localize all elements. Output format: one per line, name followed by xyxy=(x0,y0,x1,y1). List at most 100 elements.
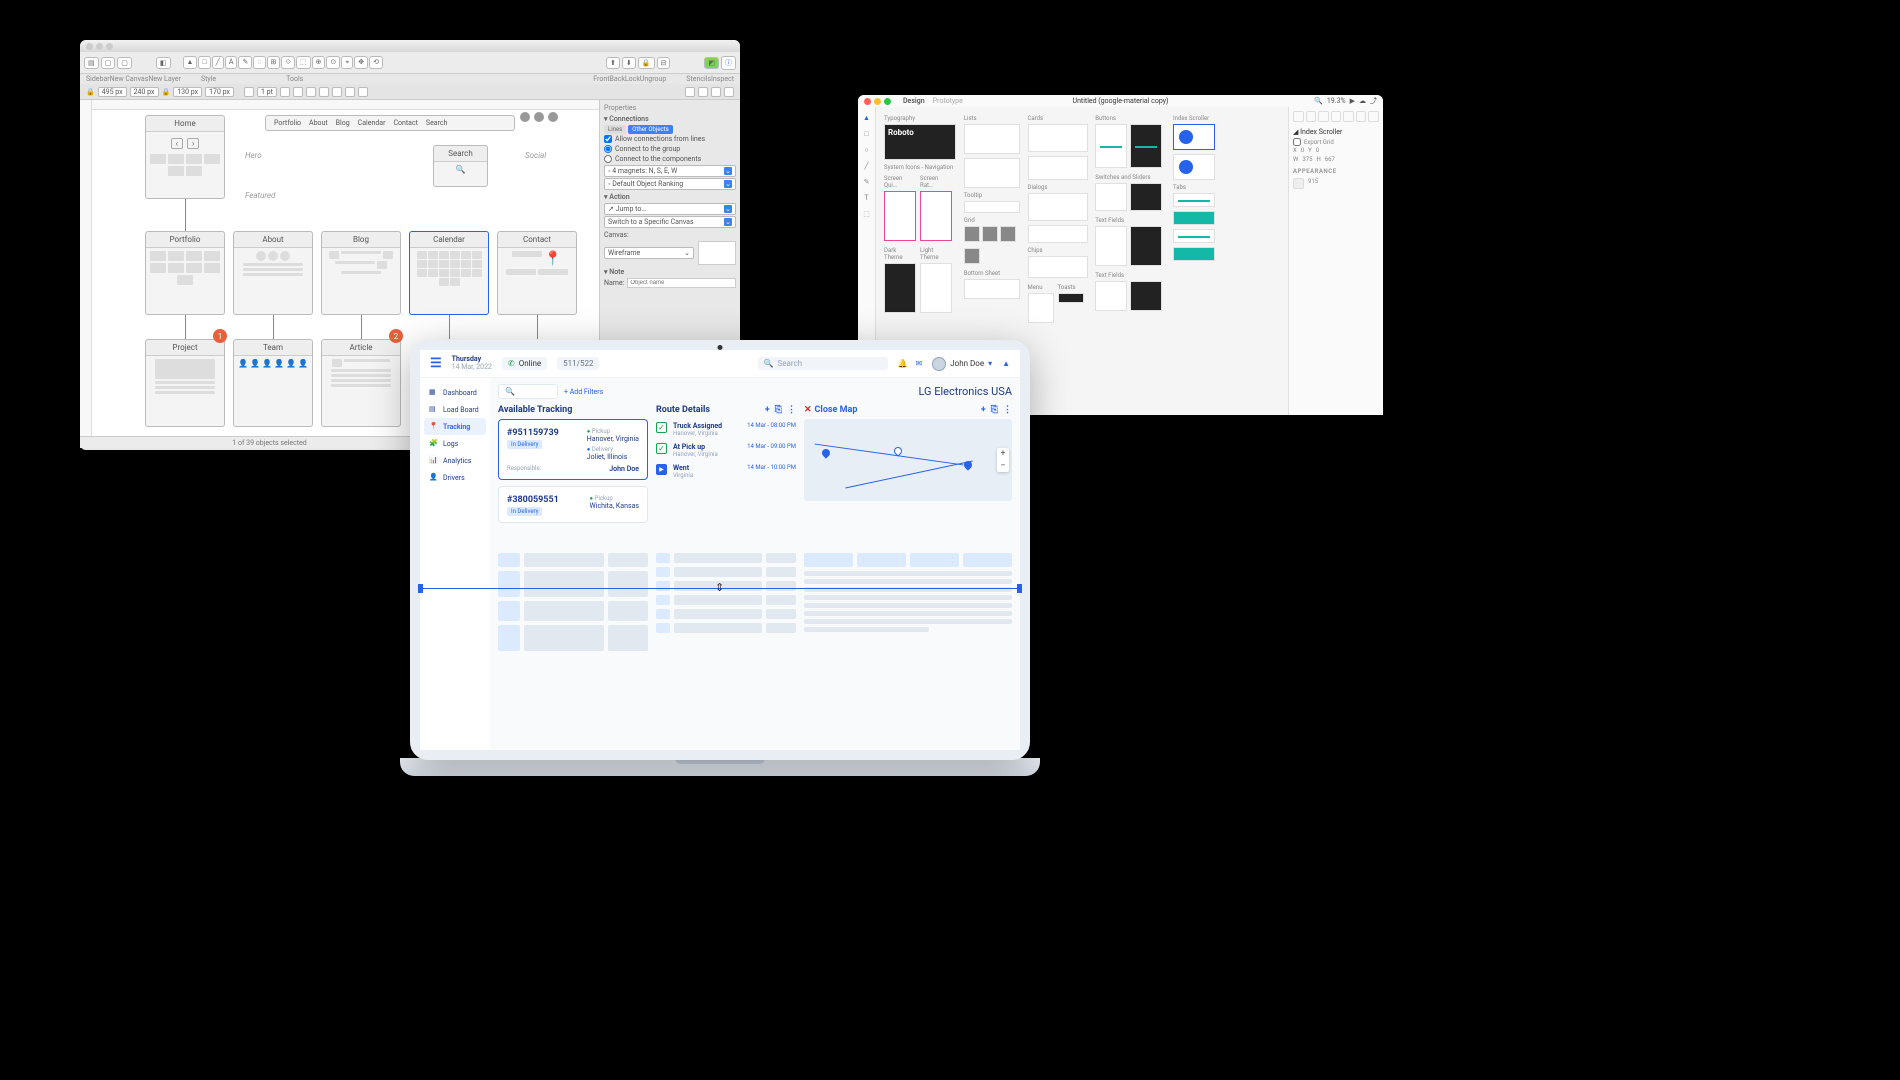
copy-icon[interactable]: ⎘ xyxy=(991,405,998,415)
add-icon[interactable]: + xyxy=(981,405,986,415)
sidebar-item-dashboard[interactable]: ▦Dashboard xyxy=(424,384,486,401)
switch-select[interactable]: Switch to a Specific Canvas⌄ xyxy=(604,216,736,228)
t1[interactable] xyxy=(244,87,254,97)
tracking-card-2[interactable]: #380059551 In Delivery ● Pickup Wichita,… xyxy=(498,486,648,523)
index-card-2[interactable] xyxy=(1173,154,1215,180)
close-map-button[interactable]: ✕ Close Map xyxy=(804,405,857,415)
dialogs-card-2[interactable] xyxy=(1028,225,1088,243)
artboard-tool[interactable]: ⬚ xyxy=(862,209,872,219)
jump-select[interactable]: ↗ Jump to…⌄ xyxy=(604,203,736,215)
align-top[interactable] xyxy=(1331,111,1342,122)
traffic-lights[interactable] xyxy=(86,43,113,50)
wf-calendar[interactable]: Calendar xyxy=(409,231,489,315)
traffic-lights[interactable] xyxy=(864,98,891,105)
rank-select[interactable]: ◦ Default Object Ranking⌄ xyxy=(604,178,736,190)
tool-12[interactable]: ✥ xyxy=(354,56,368,69)
logo-icon[interactable]: ☰ xyxy=(430,356,442,371)
warning-icon[interactable]: ▲ xyxy=(1002,359,1010,368)
typography-card[interactable]: Roboto xyxy=(884,124,956,160)
wf-team[interactable]: Team 👤👤👤👤👤👤 xyxy=(233,339,313,427)
align-center[interactable] xyxy=(1306,111,1317,122)
design-tab[interactable]: Design xyxy=(903,97,925,105)
wf-about[interactable]: About xyxy=(233,231,313,315)
lock-icon-2[interactable]: 🔒 xyxy=(162,88,171,96)
wf-nav[interactable]: Portfolio About Blog Calendar Contact Se… xyxy=(265,115,515,131)
route-step-2[interactable]: At Pick upHanover, Virginia 14 Mar - 09:… xyxy=(656,440,796,461)
online-pill[interactable]: ✆ Online xyxy=(502,357,547,370)
selected-layer[interactable]: ◢ Index Scroller xyxy=(1293,126,1379,138)
pen-tool[interactable]: ✎ xyxy=(862,177,872,187)
sidebar-item-loadboard[interactable]: ▤Load Board xyxy=(424,401,486,418)
search-icon[interactable]: 🔍 xyxy=(1314,97,1323,105)
tabs-card-2[interactable] xyxy=(1173,211,1215,225)
light-card[interactable] xyxy=(920,263,952,313)
tabs-card-4[interactable] xyxy=(1173,247,1215,261)
magnets-select[interactable]: ◦ 4 magnets: N, S, E, W⌄ xyxy=(604,165,736,177)
play-icon[interactable]: ▶ xyxy=(1350,97,1355,105)
ellipse-tool[interactable]: ○ xyxy=(862,145,872,155)
t8[interactable] xyxy=(358,87,368,97)
action-section[interactable]: ▾ Action xyxy=(604,193,736,201)
tool-5[interactable]: ◌ xyxy=(253,56,265,69)
zoom-value[interactable]: 19.3% xyxy=(1327,97,1346,105)
panel-1[interactable] xyxy=(685,87,695,97)
t7[interactable] xyxy=(345,87,355,97)
tool-6[interactable]: ⊞ xyxy=(267,56,281,69)
toasts-card[interactable] xyxy=(1058,293,1084,303)
frame-tool[interactable]: □ xyxy=(862,129,872,139)
more-icon[interactable]: ⋮ xyxy=(1003,405,1012,415)
chips-card[interactable] xyxy=(1028,256,1088,278)
lists-card-2[interactable] xyxy=(964,158,1020,188)
sidebar-item-analytics[interactable]: 📊Analytics xyxy=(424,452,486,469)
tool-11[interactable]: ⌖ xyxy=(341,56,353,69)
text-tool[interactable]: A xyxy=(225,56,238,69)
back-button[interactable]: ⬇ xyxy=(622,57,636,69)
zoom-in-button[interactable]: + xyxy=(997,448,1009,460)
lock-icon[interactable]: 🔒 xyxy=(86,88,95,96)
new-layer-button[interactable]: ▢ xyxy=(117,57,132,69)
sidebar-toggle[interactable]: ▤ xyxy=(84,57,99,69)
lines-tab[interactable]: Lines xyxy=(604,125,626,134)
note-section[interactable]: ▾ Note xyxy=(604,268,736,276)
line-tool[interactable]: ╱ xyxy=(212,56,224,69)
t6[interactable] xyxy=(332,87,342,97)
panel-2[interactable] xyxy=(698,87,708,97)
h-field[interactable]: 170 px xyxy=(205,87,234,97)
new-canvas-button[interactable]: ▢ xyxy=(101,57,116,69)
user-menu[interactable]: John Doe ▾ xyxy=(932,357,992,371)
lock-button[interactable]: 🔒 xyxy=(638,57,655,69)
w-field[interactable]: 130 px xyxy=(173,87,202,97)
titlebar[interactable]: Design Prototype Untitled (google-materi… xyxy=(858,95,1383,107)
menu-card[interactable] xyxy=(1028,293,1054,323)
wf-article[interactable]: Article xyxy=(321,339,401,427)
line-tool[interactable]: ╱ xyxy=(862,161,872,171)
align-bottom[interactable] xyxy=(1356,111,1367,122)
align-right[interactable] xyxy=(1318,111,1329,122)
lists-card-1[interactable] xyxy=(964,124,1020,154)
cards-card-2[interactable] xyxy=(1028,156,1088,180)
align-mid[interactable] xyxy=(1343,111,1354,122)
route-step-3[interactable]: WentVirginia 14 Mar - 10:00 PM xyxy=(656,461,796,482)
carousel-prev-icon[interactable]: ‹ xyxy=(171,138,183,149)
connections-section[interactable]: ▾ Connections xyxy=(604,115,736,123)
align-left[interactable] xyxy=(1293,111,1304,122)
shape-tool[interactable]: □ xyxy=(198,56,210,69)
resize-handle-icon[interactable]: ⇕ xyxy=(715,581,724,594)
pen-tool[interactable]: ✎ xyxy=(238,56,252,69)
tool-9[interactable]: ⊕ xyxy=(312,56,326,69)
count-pill[interactable]: 511/522 xyxy=(557,357,599,370)
copy-icon[interactable]: ⎘ xyxy=(775,405,782,415)
h-input[interactable]: 667 xyxy=(1325,156,1335,163)
tooltip-card[interactable] xyxy=(964,201,1020,213)
y-input[interactable]: 0 xyxy=(1316,147,1319,154)
fill-swatch[interactable] xyxy=(1293,178,1304,189)
x-field[interactable]: 495 px xyxy=(98,87,127,97)
share-icon[interactable]: ⤴ xyxy=(1370,96,1377,106)
other-tab[interactable]: Other Objects xyxy=(628,125,672,134)
prototype-tab[interactable]: Prototype xyxy=(933,97,963,105)
w-input[interactable]: 375 xyxy=(1302,156,1312,163)
search-input[interactable]: 🔍 Search xyxy=(758,357,888,370)
mail-icon[interactable]: ✉ xyxy=(916,359,923,368)
bottom-card[interactable] xyxy=(964,279,1020,299)
cloud-icon[interactable]: ☁ xyxy=(1359,97,1366,105)
